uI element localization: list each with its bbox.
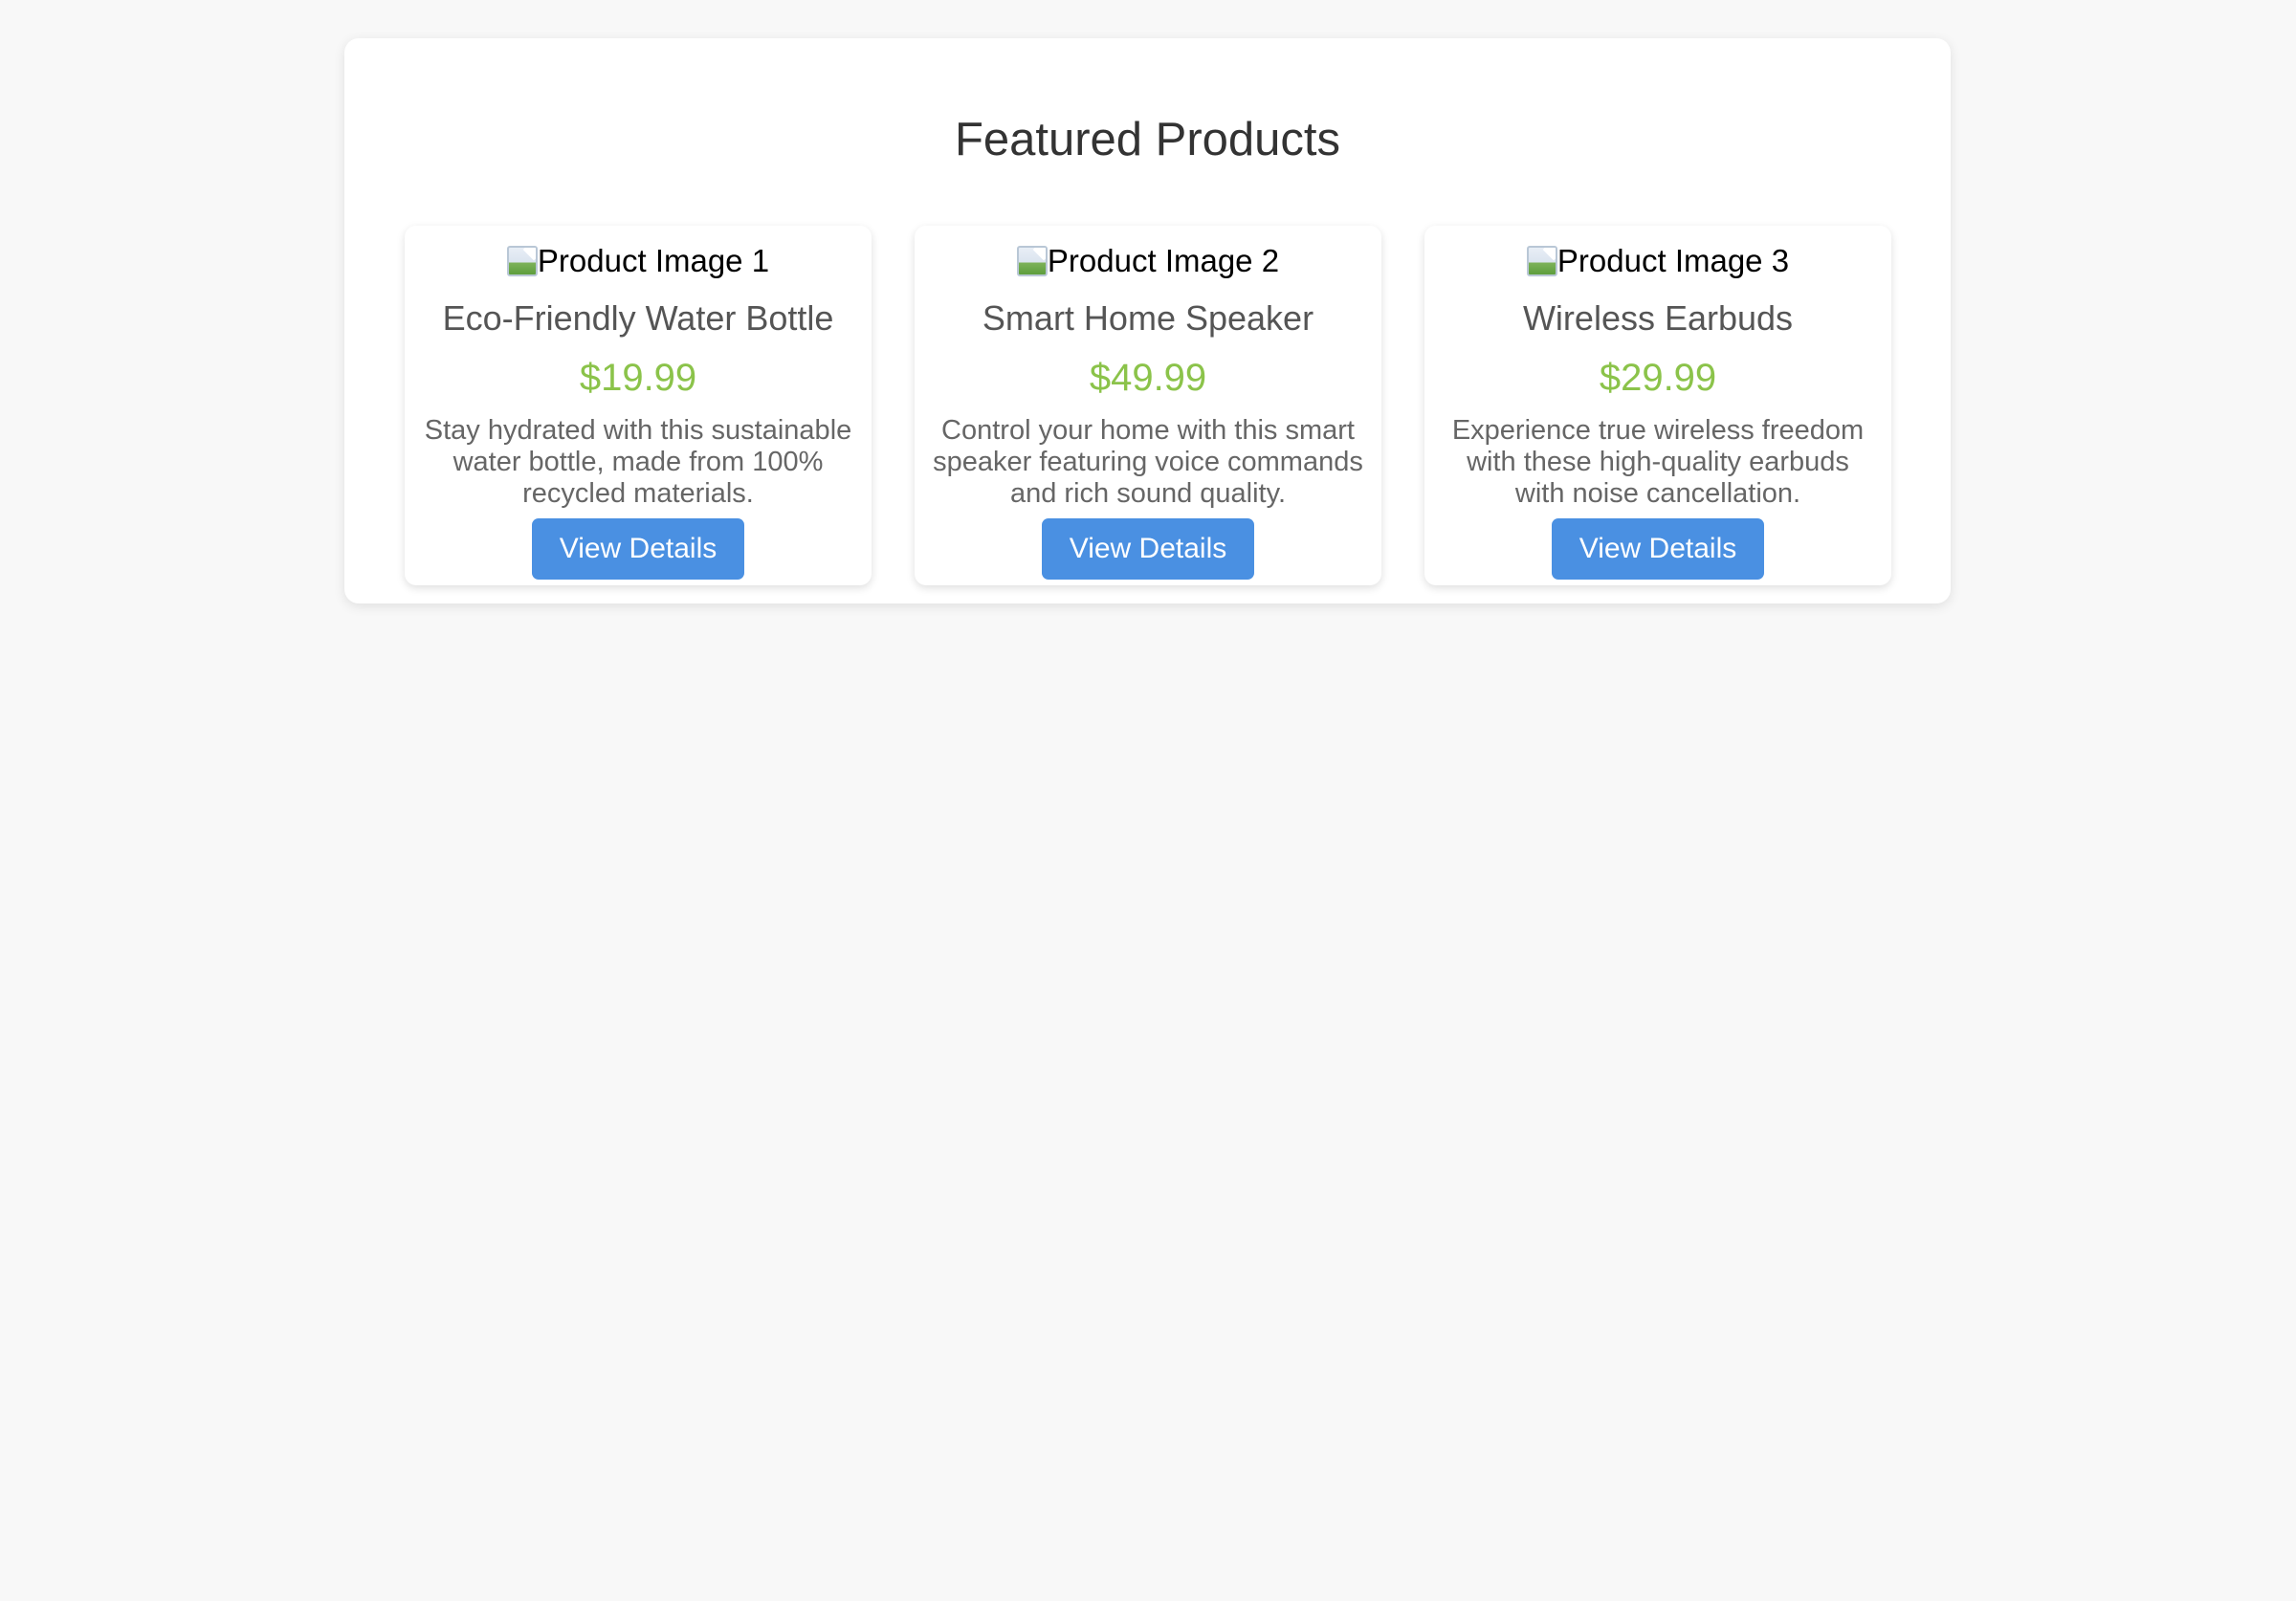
product-card: Product Image 1 Eco-Friendly Water Bottl… — [405, 226, 872, 585]
product-price: $49.99 — [1089, 357, 1207, 399]
product-description: Experience true wireless freedom with th… — [1451, 415, 1865, 509]
product-image-alt-text: Product Image 2 — [1047, 243, 1280, 278]
product-name: Eco-Friendly Water Bottle — [442, 298, 834, 338]
broken-image-icon — [506, 246, 538, 276]
product-name: Smart Home Speaker — [982, 298, 1314, 338]
product-description: Stay hydrated with this sustainable wate… — [424, 415, 852, 509]
product-card: Product Image 3 Wireless Earbuds $29.99 … — [1424, 226, 1891, 585]
product-card: Product Image 2 Smart Home Speaker $49.9… — [915, 226, 1381, 585]
view-details-button[interactable]: View Details — [1552, 518, 1764, 580]
view-details-button[interactable]: View Details — [1042, 518, 1254, 580]
product-name: Wireless Earbuds — [1522, 298, 1794, 338]
product-image: Product Image 2 — [915, 242, 1381, 280]
product-image-alt-text: Product Image 1 — [537, 243, 770, 278]
view-details-button[interactable]: View Details — [532, 518, 744, 580]
product-image: Product Image 3 — [1424, 242, 1891, 280]
product-price: $29.99 — [1599, 357, 1717, 399]
broken-image-icon — [1526, 246, 1557, 276]
featured-products-panel: Featured Products Product Image 1 Eco-Fr… — [344, 38, 1951, 603]
product-description: Control your home with this smart speake… — [933, 415, 1363, 509]
product-image: Product Image 1 — [405, 242, 872, 280]
product-price: $19.99 — [579, 357, 697, 399]
broken-image-icon — [1016, 246, 1048, 276]
page-title: Featured Products — [954, 114, 1341, 165]
product-image-alt-text: Product Image 3 — [1556, 243, 1790, 278]
